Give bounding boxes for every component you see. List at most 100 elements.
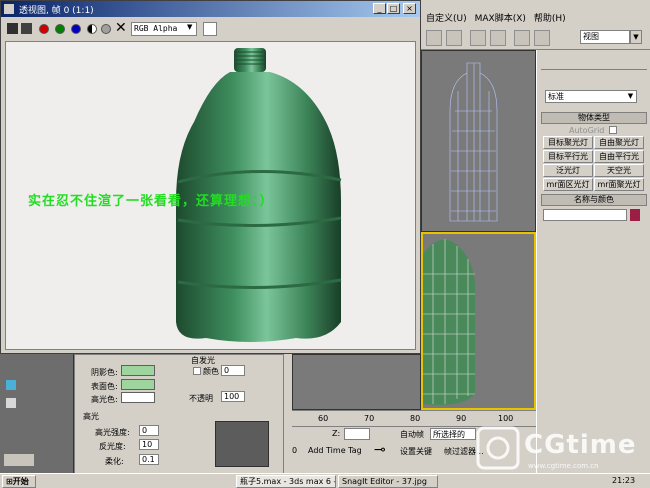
window-icon	[4, 4, 14, 14]
diffuse-label: 表面色:	[91, 382, 118, 391]
toolbar-icon-left-1[interactable]	[6, 380, 16, 390]
copy-icon[interactable]	[21, 23, 32, 34]
start-label: 开始	[12, 477, 29, 486]
green-channel-icon[interactable]	[55, 24, 65, 34]
tick-label: 60	[318, 414, 329, 423]
self-illum-spinner[interactable]: 0	[221, 365, 245, 376]
menu-help[interactable]: 帮助(H)	[534, 11, 566, 24]
set-key-label[interactable]: 设置关键	[400, 446, 432, 457]
main-toolbar: 视图 ▼	[420, 26, 650, 50]
toolbar-icon-6[interactable]	[534, 30, 550, 46]
tick-label: 80	[410, 414, 421, 423]
toolbar-icon-2[interactable]	[446, 30, 462, 46]
specular-label: 高光色:	[91, 395, 118, 404]
toolbar-icon-4[interactable]	[490, 30, 506, 46]
toolbar-icon-1[interactable]	[426, 30, 442, 46]
close-icon[interactable]: ×	[403, 3, 416, 14]
render-window-title: 透视图, 帧 0 (1:1)	[19, 6, 94, 16]
watermark-brand: CGtime	[524, 430, 637, 460]
mr-area-spot-button[interactable]: mr面聚光灯	[594, 178, 644, 191]
save-icon[interactable]	[7, 23, 18, 34]
rollout-name-color[interactable]: 名称与颜色	[541, 194, 647, 206]
task-snagit[interactable]: SnagIt Editor - 37.jpg	[338, 475, 438, 488]
ambient-label: 阴影色:	[91, 368, 118, 377]
opacity-label: 不透明	[189, 394, 213, 403]
viewport-front[interactable]	[421, 50, 536, 232]
name-field[interactable]	[543, 209, 627, 221]
toolbar-icon-5[interactable]	[514, 30, 530, 46]
toolbar-icon-3[interactable]	[470, 30, 486, 46]
target-direct-button[interactable]: 目标平行光	[543, 150, 593, 163]
view-select[interactable]: 视图	[580, 30, 630, 44]
free-spot-button[interactable]: 自由聚光灯	[594, 136, 644, 149]
highlight-title: 高光	[83, 412, 99, 421]
autogrid-checkbox[interactable]	[609, 126, 617, 134]
gloss-label: 反光度:	[99, 442, 126, 451]
windows-taskbar: ⊞开始 瓶子5.max - 3ds max 6 - ... SnagIt Edi…	[0, 473, 650, 488]
minimize-icon[interactable]: _	[373, 3, 386, 14]
alpha-channel-icon[interactable]	[87, 24, 97, 34]
menu-maxscript[interactable]: MAX脚本(X)	[475, 11, 526, 24]
light-type-icons[interactable]	[541, 72, 647, 86]
start-button[interactable]: ⊞开始	[2, 475, 36, 488]
spec-level-spinner[interactable]: 0	[139, 425, 159, 436]
material-editor-panel: 阴影色: 表面色: 高光色: 自发光 颜色 0 不透明 100 高光 高光强度:…	[74, 354, 284, 474]
free-direct-button[interactable]: 自由平行光	[594, 150, 644, 163]
red-channel-icon[interactable]	[39, 24, 49, 34]
self-illum-title: 自发光	[191, 356, 215, 365]
render-caption: 实在忍不住渲了一张看看，还算理想：）	[28, 194, 274, 209]
clear-icon[interactable]: ✕	[115, 20, 127, 36]
opacity-spinner[interactable]: 100	[221, 391, 245, 402]
key-icon[interactable]: ⊸	[374, 442, 386, 458]
task-3dsmax[interactable]: 瓶子5.max - 3ds max 6 - ...	[236, 475, 336, 488]
wireframe-bottle-top	[449, 62, 498, 222]
command-tabs[interactable]	[541, 52, 647, 70]
autogrid-label: AutoGrid	[569, 126, 605, 135]
gloss-spinner[interactable]: 10	[139, 439, 159, 450]
maximize-icon[interactable]: □	[387, 3, 400, 14]
toolbar-icon-left-2[interactable]	[6, 398, 16, 408]
soften-label: 柔化:	[105, 457, 124, 466]
menu-bar: 自定义(U) MAX脚本(X) 帮助(H)	[420, 8, 650, 26]
watermark-logo: CGtime www.cgtime.com.cn	[470, 424, 650, 474]
render-frame-window: 透视图, 帧 0 (1:1) _ □ × ✕ RGB Alpha ▼ 实在忍不住…	[0, 0, 421, 354]
rendered-image: 实在忍不住渲了一张看看，还算理想：）	[5, 41, 416, 350]
ambient-swatch[interactable]	[121, 365, 155, 376]
spec-level-label: 高光强度:	[95, 428, 130, 437]
mono-icon[interactable]	[101, 24, 111, 34]
soften-spinner[interactable]: 0.1	[139, 454, 159, 465]
blue-channel-icon[interactable]	[71, 24, 81, 34]
toolbar-icon-left-3[interactable]	[4, 454, 34, 466]
category-select[interactable]: 标准	[545, 90, 637, 103]
menu-customize[interactable]: 自定义(U)	[426, 11, 467, 24]
z-field[interactable]	[344, 428, 370, 440]
chevron-down-icon[interactable]: ▼	[625, 91, 636, 102]
taskbar-clock: 21:23	[612, 476, 636, 485]
rollout-object-type[interactable]: 物体类型	[541, 112, 647, 124]
tick-label: 100	[498, 414, 514, 423]
color-swatch[interactable]	[203, 22, 217, 36]
render-window-toolbar: ✕ RGB Alpha ▼	[1, 18, 420, 40]
target-spot-button[interactable]: 目标聚光灯	[543, 136, 593, 149]
omni-button[interactable]: 泛光灯	[543, 164, 593, 177]
viewport-left[interactable]	[292, 354, 421, 410]
specular-swatch[interactable]	[121, 392, 155, 403]
diffuse-swatch[interactable]	[121, 379, 155, 390]
skylight-button[interactable]: 天空光	[594, 164, 644, 177]
watermark-url: www.cgtime.com.cn	[528, 462, 599, 470]
mr-area-omni-button[interactable]: mr面区光灯	[543, 178, 593, 191]
windows-logo-icon: ⊞	[6, 477, 13, 486]
self-illum-color-label: 颜色	[203, 367, 219, 376]
viewport-perspective[interactable]	[421, 232, 536, 410]
chevron-down-icon[interactable]: ▼	[187, 23, 192, 31]
self-illum-color-checkbox[interactable]	[193, 367, 201, 375]
add-time-tag[interactable]: Add Time Tag	[308, 446, 362, 455]
z-label: Z:	[332, 429, 341, 438]
highlight-curve-preview	[215, 421, 269, 467]
shaded-bottle-wire	[423, 239, 475, 405]
chevron-down-icon[interactable]: ▼	[630, 30, 642, 44]
object-color-swatch[interactable]	[630, 209, 640, 221]
render-window-titlebar[interactable]: 透视图, 帧 0 (1:1) _ □ ×	[1, 1, 420, 17]
tick-label: 70	[364, 414, 375, 423]
auto-key-label[interactable]: 自动帧	[400, 429, 424, 440]
